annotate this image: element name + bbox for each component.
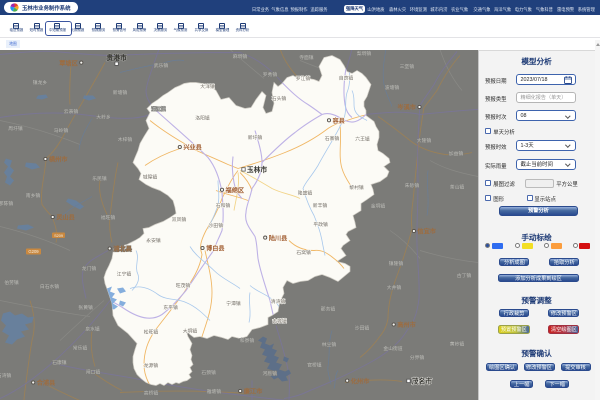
svg-text:大垌镇: 大垌镇 bbox=[183, 327, 198, 334]
svg-text:石湾镇: 石湾镇 bbox=[0, 372, 11, 379]
svg-text:清湾镇: 清湾镇 bbox=[271, 298, 286, 305]
svg-text:大岭乡: 大岭乡 bbox=[96, 113, 111, 120]
svg-text:博白县: 博白县 bbox=[206, 244, 225, 252]
svg-text:朱砂镇: 朱砂镇 bbox=[405, 182, 420, 189]
svg-text:雅塘镇: 雅塘镇 bbox=[207, 388, 222, 395]
svg-text:平政镇: 平政镇 bbox=[313, 221, 328, 228]
svg-text:石和镇: 石和镇 bbox=[216, 202, 231, 209]
svg-text:S209: S209 bbox=[54, 233, 63, 237]
svg-text:新塘镇: 新塘镇 bbox=[113, 89, 128, 96]
svg-text:和寮镇: 和寮镇 bbox=[240, 337, 255, 344]
svg-text:罗秀镇: 罗秀镇 bbox=[263, 71, 278, 78]
svg-text:金垌镇: 金垌镇 bbox=[371, 202, 386, 209]
svg-text:高州市: 高州市 bbox=[397, 321, 416, 329]
svg-text:镇隆镇: 镇隆镇 bbox=[389, 260, 404, 267]
svg-text:兴业县: 兴业县 bbox=[183, 143, 202, 151]
svg-text:贵港市: 贵港市 bbox=[106, 52, 127, 61]
svg-text:马岭镇: 马岭镇 bbox=[54, 126, 69, 133]
svg-text:那务镇: 那务镇 bbox=[321, 305, 336, 312]
svg-text:浦北县: 浦北县 bbox=[113, 245, 132, 253]
svg-text:石头镇: 石头镇 bbox=[272, 95, 287, 102]
svg-text:信宜市: 信宜市 bbox=[417, 227, 436, 235]
svg-text:黄岭镇: 黄岭镇 bbox=[450, 340, 465, 347]
svg-text:梨垌镇: 梨垌镇 bbox=[357, 50, 372, 57]
svg-text:白石水镇: 白石水镇 bbox=[40, 283, 59, 290]
svg-text:新圩镇: 新圩镇 bbox=[248, 134, 263, 141]
svg-text:那陈镇: 那陈镇 bbox=[0, 200, 13, 207]
svg-text:高桥镇: 高桥镇 bbox=[144, 389, 159, 396]
svg-text:闸口镇: 闸口镇 bbox=[86, 368, 101, 375]
svg-text:城隍镇: 城隍镇 bbox=[143, 173, 158, 180]
svg-text:石窝镇: 石窝镇 bbox=[296, 249, 311, 256]
svg-text:江宁镇: 江宁镇 bbox=[117, 270, 132, 277]
svg-text:G209: G209 bbox=[28, 249, 39, 254]
svg-text:自良镇: 自良镇 bbox=[339, 74, 354, 81]
svg-text:林尘镇: 林尘镇 bbox=[322, 341, 337, 348]
svg-text:廉江市: 廉江市 bbox=[243, 387, 263, 395]
svg-text:石寨镇: 石寨镇 bbox=[325, 135, 340, 142]
svg-text:加益镇: 加益镇 bbox=[449, 150, 464, 157]
svg-text:波塘镇: 波塘镇 bbox=[385, 84, 400, 91]
svg-text:沙田镇: 沙田镇 bbox=[355, 324, 370, 331]
svg-text:六王镇: 六王镇 bbox=[355, 135, 370, 142]
svg-text:龙源镇: 龙源镇 bbox=[144, 362, 159, 369]
svg-text:分界镇: 分界镇 bbox=[410, 354, 425, 361]
svg-text:三堡镇: 三堡镇 bbox=[400, 63, 415, 70]
svg-text:张黄镇: 张黄镇 bbox=[78, 304, 93, 311]
svg-text:旺茂镇: 旺茂镇 bbox=[176, 282, 191, 289]
svg-text:古城镇: 古城镇 bbox=[272, 317, 287, 324]
svg-text:宁潭镇: 宁潭镇 bbox=[226, 299, 241, 306]
svg-text:古丁镇: 古丁镇 bbox=[457, 272, 472, 279]
svg-text:永安镇: 永安镇 bbox=[146, 237, 161, 244]
svg-text:岑溪市: 岑溪市 bbox=[397, 103, 416, 111]
svg-text:洛阳镇: 洛阳镇 bbox=[195, 114, 210, 121]
svg-text:周圩镇: 周圩镇 bbox=[8, 125, 23, 132]
svg-text:福旺镇: 福旺镇 bbox=[101, 213, 116, 220]
svg-text:麻垌镇: 麻垌镇 bbox=[233, 53, 248, 60]
svg-text:大洋镇: 大洋镇 bbox=[200, 83, 215, 90]
svg-text:云表镇: 云表镇 bbox=[64, 107, 79, 114]
svg-text:新丰镇: 新丰镇 bbox=[313, 202, 328, 209]
svg-text:沙田镇: 沙田镇 bbox=[209, 221, 224, 228]
svg-text:横州市: 横州市 bbox=[48, 155, 68, 163]
svg-text:泉水镇: 泉水镇 bbox=[85, 325, 100, 332]
svg-text:伯劳镇: 伯劳镇 bbox=[4, 279, 19, 286]
svg-text:河唇镇: 河唇镇 bbox=[262, 370, 277, 377]
svg-text:大井镇: 大井镇 bbox=[387, 284, 402, 291]
svg-text:乐民镇: 乐民镇 bbox=[92, 175, 107, 182]
svg-text:武乐镇: 武乐镇 bbox=[154, 62, 169, 69]
svg-text:龙门镇: 龙门镇 bbox=[82, 265, 97, 272]
svg-text:东平镇: 东平镇 bbox=[163, 304, 178, 311]
svg-text:罗江镇: 罗江镇 bbox=[296, 75, 311, 82]
svg-text:隆盛镇: 隆盛镇 bbox=[298, 189, 313, 196]
svg-text:木梓镇: 木梓镇 bbox=[118, 136, 133, 143]
svg-text:镇龙乡: 镇龙乡 bbox=[33, 79, 48, 86]
svg-text:茶山镇: 茶山镇 bbox=[450, 183, 465, 190]
svg-text:覃塘区: 覃塘区 bbox=[59, 59, 78, 67]
svg-text:陆川县: 陆川县 bbox=[269, 234, 288, 242]
svg-text:黎村镇: 黎村镇 bbox=[349, 183, 364, 190]
svg-text:金山街道: 金山街道 bbox=[383, 345, 402, 352]
svg-text:官桥镇: 官桥镇 bbox=[307, 361, 322, 368]
svg-text:石颈镇: 石颈镇 bbox=[201, 369, 216, 376]
svg-text:茂名市: 茂名市 bbox=[411, 376, 433, 385]
svg-text:玉林市: 玉林市 bbox=[247, 164, 268, 173]
svg-text:常乐镇: 常乐镇 bbox=[73, 344, 88, 351]
svg-text:灵山县: 灵山县 bbox=[55, 213, 75, 221]
svg-text:福绵区: 福绵区 bbox=[225, 186, 245, 194]
svg-text:松旺镇: 松旺镇 bbox=[144, 328, 159, 335]
svg-text:容县: 容县 bbox=[332, 117, 345, 125]
svg-text:双凤镇: 双凤镇 bbox=[172, 216, 187, 223]
svg-text:合浦县: 合浦县 bbox=[37, 379, 56, 387]
svg-text:大隆镇: 大隆镇 bbox=[417, 137, 432, 144]
svg-text:寺面镇: 寺面镇 bbox=[299, 53, 314, 60]
svg-text:湛江镇: 湛江镇 bbox=[151, 105, 166, 112]
svg-text:南乡镇: 南乡镇 bbox=[26, 192, 41, 199]
svg-text:石康镇: 石康镇 bbox=[52, 359, 67, 366]
svg-text:化州市: 化州市 bbox=[351, 377, 370, 385]
